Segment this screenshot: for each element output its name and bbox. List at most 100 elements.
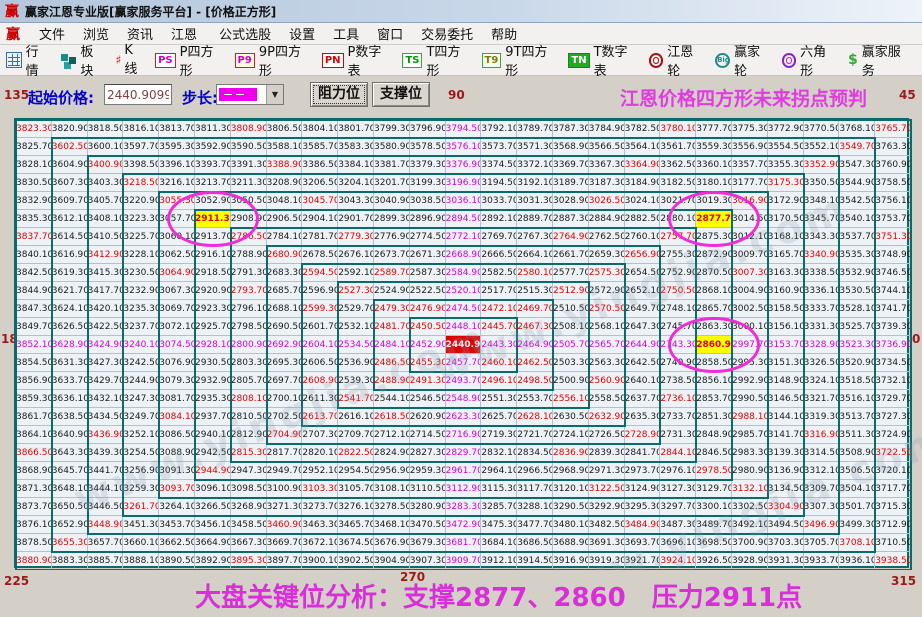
toolbar-button-江恩轮[interactable]: 江恩轮: [649, 41, 705, 79]
toolbar-button-K线[interactable]: ♯K线: [116, 43, 146, 77]
price-cell: 3086.50: [159, 426, 195, 444]
price-cell: 3552.10: [804, 138, 840, 156]
gann-square-area: 180 0 3823.303820.903818.503816.103813.7…: [0, 116, 922, 570]
price-cell: 3540.10: [839, 210, 875, 228]
price-cell: 3720.10: [875, 462, 911, 480]
toolbar-button-9P四方形[interactable]: P99P四方形: [235, 41, 312, 79]
price-cell: 3252.10: [123, 426, 159, 444]
price-cell: 3484.90: [625, 516, 661, 534]
price-cell: 2947.30: [231, 462, 267, 480]
price-cell: 2683.30: [267, 264, 303, 282]
price-cell: 2548.90: [446, 390, 482, 408]
toolbar-button-板块[interactable]: 板块: [61, 41, 106, 79]
toolbar-button-六角形[interactable]: 六角形: [782, 41, 838, 79]
price-cell: 2676.10: [338, 246, 374, 264]
price-cell: 2644.90: [625, 336, 661, 354]
price-cell: 3760.90: [875, 156, 911, 174]
price-cell: 2664.10: [517, 246, 553, 264]
toolbar-button-T四方形[interactable]: TST四方形: [402, 41, 471, 79]
price-cell: 2457.70: [446, 354, 482, 372]
price-cell: 2719.30: [481, 426, 517, 444]
price-cell: 3088.90: [159, 444, 195, 462]
toolbar-button-赢家轮[interactable]: Big赢家轮: [715, 41, 771, 79]
price-cell: 3931.30: [768, 552, 804, 570]
price-cell: 3345.70: [804, 210, 840, 228]
price-cell: 2899.30: [374, 210, 410, 228]
price-cell: 3511.30: [839, 426, 875, 444]
price-cell: 3854.50: [16, 354, 52, 372]
price-cell: 2620.90: [410, 408, 446, 426]
hexagon-icon: [782, 53, 797, 68]
toolbar-button-P数字表[interactable]: PNP数字表: [322, 41, 393, 79]
price-cell: 3528.10: [839, 300, 875, 318]
blocks-icon: [61, 52, 77, 68]
price-cell: 2498.50: [517, 372, 553, 390]
resistance-button[interactable]: 阻力位: [310, 82, 368, 107]
price-cell: 3727.30: [875, 408, 911, 426]
price-cell: 2745.70: [660, 318, 696, 336]
price-cell: 3607.30: [52, 174, 88, 192]
price-cell: 2551.30: [481, 390, 517, 408]
price-cell: 3441.70: [88, 462, 124, 480]
toolbar-button-赢家服务[interactable]: $赢家服务: [848, 41, 912, 79]
price-cell: 3576.10: [446, 138, 482, 156]
price-cell: 3285.70: [481, 498, 517, 516]
price-cell: 2930.50: [195, 354, 231, 372]
price-cell: 2880.10: [660, 210, 696, 228]
price-cell: 3333.70: [804, 300, 840, 318]
price-cell: 2964.10: [481, 462, 517, 480]
price-cell: 2853.70: [696, 390, 732, 408]
price-cell: 3938.50: [875, 552, 911, 570]
ts-badge-icon: TS: [402, 53, 422, 68]
price-cell: 2443.30: [481, 336, 517, 354]
price-cell: 2541.70: [338, 390, 374, 408]
price-cell: 3340.90: [804, 246, 840, 264]
price-cell: 3112.90: [446, 480, 482, 498]
price-cell: 3300.10: [696, 498, 732, 516]
toolbar-button-P四方形[interactable]: PSP四方形: [155, 41, 224, 79]
price-cell: 3391.30: [231, 156, 267, 174]
price-cell: 3645.70: [52, 462, 88, 480]
chevron-down-icon[interactable]: ▼: [266, 85, 283, 104]
price-cell: 3840.10: [16, 246, 52, 264]
price-cell: 3268.90: [231, 498, 267, 516]
price-cell: 3201.70: [374, 174, 410, 192]
toolbar-button-行情[interactable]: 行情: [6, 41, 51, 79]
price-cell: 2532.10: [338, 318, 374, 336]
price-cell: 3048.10: [267, 192, 303, 210]
step-select[interactable]: ▼: [216, 84, 284, 105]
price-cell: 3883.30: [52, 552, 88, 570]
support-button[interactable]: 支撑位: [372, 82, 430, 107]
price-cell: 3477.70: [517, 516, 553, 534]
price-cell: 3276.10: [338, 498, 374, 516]
price-cell: 2928.10: [195, 336, 231, 354]
price-cell: 3324.10: [804, 372, 840, 390]
price-cell: 3612.10: [52, 210, 88, 228]
price-cell: 2748.10: [660, 300, 696, 318]
start-price-input[interactable]: [104, 84, 172, 105]
price-cell: 3156.10: [768, 318, 804, 336]
price-cell: 2731.30: [660, 426, 696, 444]
price-cell: 2524.90: [374, 282, 410, 300]
price-cell: 3016.90: [732, 192, 768, 210]
price-cell: 3660.10: [123, 534, 159, 552]
price-cell: 3079.30: [159, 372, 195, 390]
toolbar-button-T数字表[interactable]: TNT数字表: [568, 41, 638, 79]
price-cell: 2450.50: [410, 318, 446, 336]
price-cell: 3151.30: [768, 354, 804, 372]
price-cell: 2992.90: [732, 372, 768, 390]
price-cell: 3278.50: [374, 498, 410, 516]
price-cell: 2724.10: [553, 426, 589, 444]
price-cell: 3655.30: [52, 534, 88, 552]
toolbar-button-9T四方形[interactable]: T99T四方形: [482, 41, 559, 79]
price-cell: 3777.70: [696, 120, 732, 138]
price-cell: 3386.50: [302, 156, 338, 174]
price-cell: 3249.70: [123, 408, 159, 426]
price-cell: 3936.10: [839, 552, 875, 570]
price-cell: 3619.30: [52, 264, 88, 282]
price-cell: 3921.70: [625, 552, 661, 570]
price-cell: 2908.90: [231, 210, 267, 228]
price-cell: 3933.70: [804, 552, 840, 570]
price-cell: 3091.30: [159, 462, 195, 480]
price-cell: 3302.50: [732, 498, 768, 516]
